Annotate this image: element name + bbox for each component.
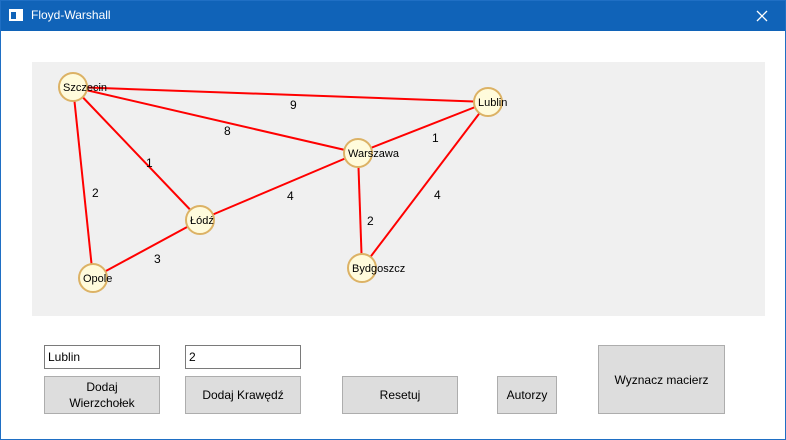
vertex-label-lodz: Łódź (190, 215, 214, 227)
vertex-label-lublin: Lublin (478, 97, 507, 109)
edge-lodz-opole (92, 219, 201, 279)
vertex-label-opole: Opole (83, 273, 112, 285)
vertex-bydgoszcz[interactable]: Bydgoszcz (347, 253, 405, 283)
edge-weight-label-warszawa-bydgoszcz: 2 (367, 214, 374, 228)
compute-matrix-button[interactable]: Wyznacz macierz (598, 345, 725, 414)
add-edge-button[interactable]: Dodaj Krawędź (185, 376, 301, 414)
edge-weight-label-warszawa-lublin: 1 (432, 131, 439, 145)
vertex-label-bydgoszcz: Bydgoszcz (352, 263, 405, 275)
vertex-label-warszawa: Warszawa (348, 148, 400, 160)
vertex-lublin[interactable]: Lublin (473, 87, 507, 117)
edge-szczecin-lublin (72, 86, 489, 103)
vertex-name-input[interactable] (44, 345, 160, 369)
close-button[interactable] (739, 1, 785, 31)
edge-szczecin-opole (72, 86, 94, 279)
title-bar[interactable]: Floyd-Warshall (1, 1, 785, 31)
vertex-warszawa[interactable]: Warszawa (343, 138, 400, 168)
close-icon (756, 10, 768, 22)
vertex-szczecin[interactable]: Szczecin (58, 72, 107, 102)
graph-svg: 9 8 1 2 3 4 1 2 4 Szczecin Lublin Warszawa Łódź Opole… (58, 72, 507, 293)
reset-button[interactable]: Resetuj (342, 376, 458, 414)
window-app-icon (9, 9, 23, 21)
edge-weight-label-szczecin-lodz: 1 (146, 156, 153, 170)
vertex-label-szczecin: Szczecin (63, 82, 107, 94)
edge-lodz-warszawa (199, 152, 359, 221)
edge-weight-label-lublin-bydgoszcz: 4 (434, 188, 441, 202)
edge-warszawa-bydgoszcz (357, 152, 363, 269)
edge-weight-label-szczecin-opole: 2 (92, 186, 99, 200)
window-title: Floyd-Warshall (31, 8, 111, 22)
vertex-opole[interactable]: Opole (78, 263, 112, 293)
edge-szczecin-warszawa (72, 86, 359, 154)
edge-weight-input[interactable] (185, 345, 301, 369)
edge-weight-label-lodz-opole: 3 (154, 252, 161, 266)
app-window: Floyd-Warshall 9 8 1 2 3 4 1 2 4 Szczecin Lublin Wa… (0, 0, 786, 440)
authors-button[interactable]: Autorzy (497, 376, 557, 414)
vertex-lodz[interactable]: Łódź (185, 205, 215, 235)
graph-canvas[interactable]: 9 8 1 2 3 4 1 2 4 Szczecin Lublin Warszawa Łódź Opole… (32, 62, 765, 316)
add-vertex-button[interactable]: Dodaj Wierzchołek (44, 376, 160, 414)
edge-weight-label-szczecin-warszawa: 8 (224, 124, 231, 138)
edge-szczecin-lodz (72, 86, 201, 221)
edge-weight-label-szczecin-lublin: 9 (290, 98, 297, 112)
edge-weight-label-lodz-warszawa: 4 (287, 189, 294, 203)
